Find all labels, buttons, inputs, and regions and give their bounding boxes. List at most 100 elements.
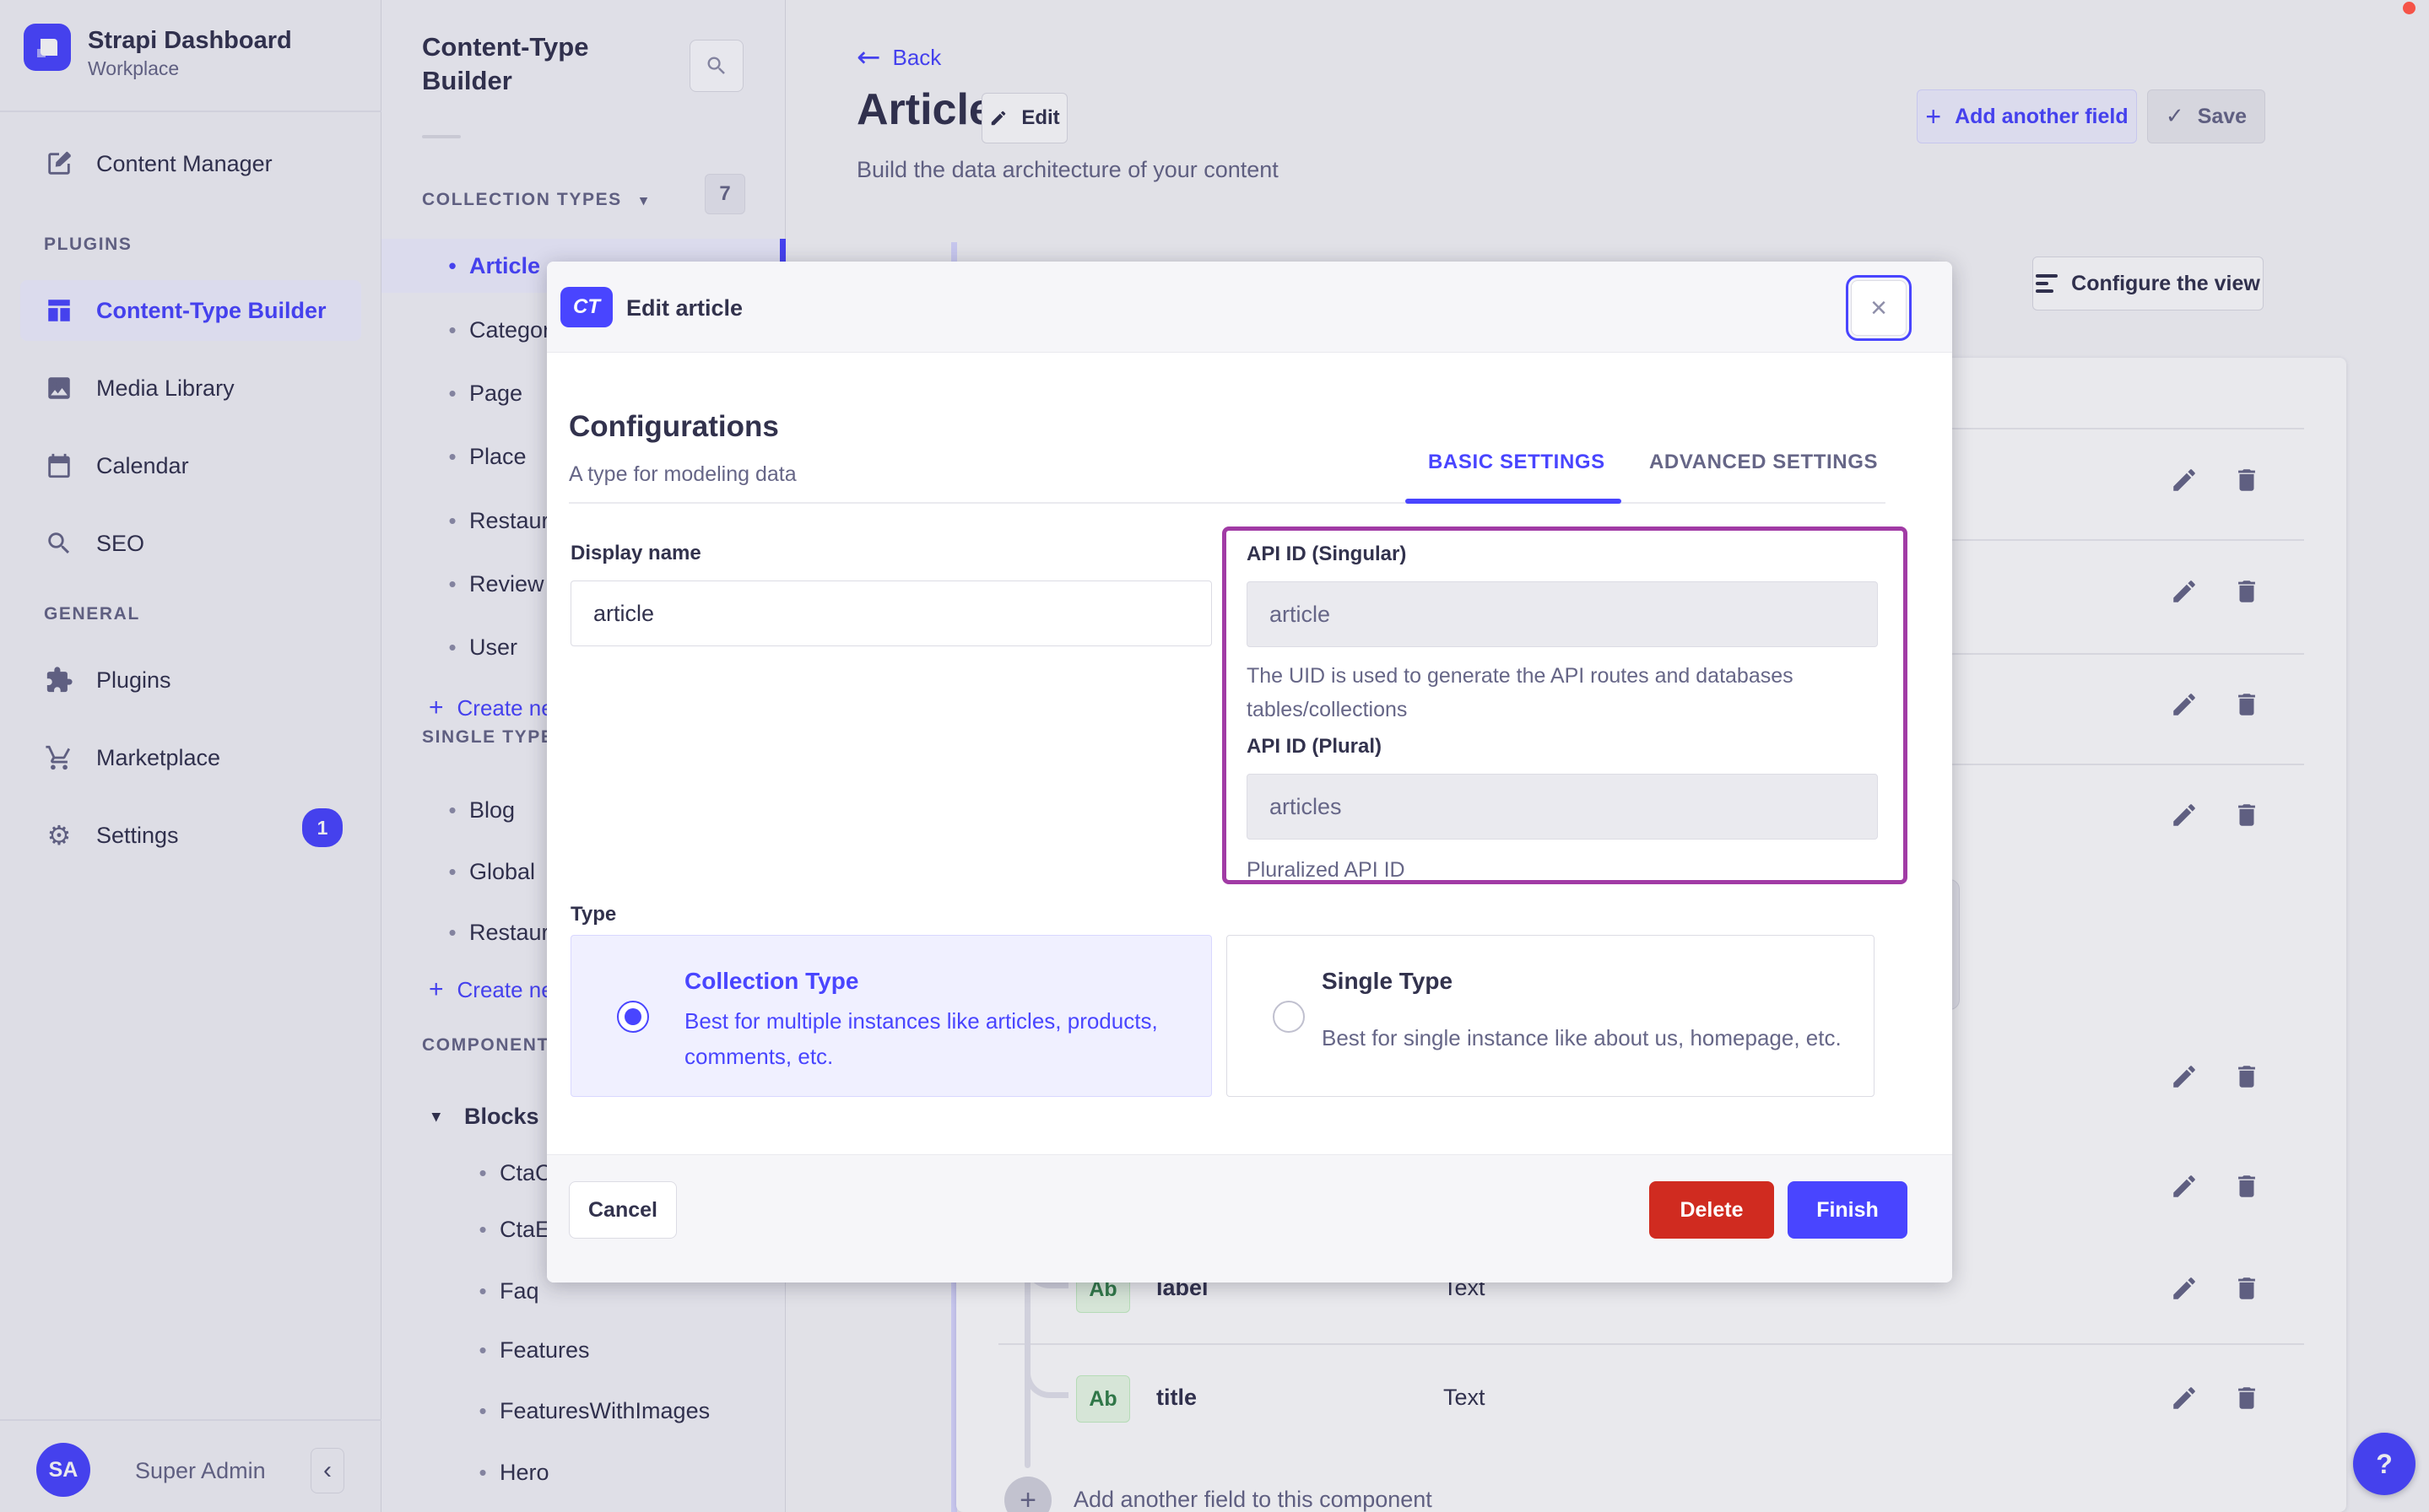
bullet-icon: • — [448, 507, 457, 533]
subnav-item-global[interactable]: • Global — [435, 845, 535, 899]
display-name-input[interactable] — [571, 580, 1212, 646]
sidebar-item-content-manager[interactable]: Content Manager — [20, 133, 361, 194]
component-item-label: Faq — [500, 1277, 539, 1304]
single-type-title: Single Type — [1322, 968, 1453, 994]
edit-label: Edit — [1021, 106, 1060, 129]
sidebar-item-label: Calendar — [96, 452, 189, 478]
modal-title: Edit article — [626, 295, 744, 321]
bullet-icon: • — [448, 443, 457, 469]
pencil-icon[interactable] — [2170, 1062, 2199, 1091]
chevron-down-icon: ▾ — [432, 1107, 441, 1126]
help-button[interactable]: ? — [2353, 1433, 2415, 1495]
sidebar-item-content-type-builder[interactable]: Content-Type Builder — [20, 280, 361, 341]
type-label: Type — [571, 903, 617, 926]
display-name-label: Display name — [571, 542, 701, 564]
pencil-icon[interactable] — [2170, 1274, 2199, 1303]
component-item-label: Hero — [500, 1459, 549, 1485]
tab-advanced-settings[interactable]: ADVANCED SETTINGS — [1649, 451, 1878, 474]
bullet-icon: • — [448, 858, 457, 884]
single-type-option[interactable]: Single Type Best for single instance lik… — [1226, 935, 1874, 1097]
trash-icon[interactable] — [2232, 1172, 2261, 1201]
subnav-item-label: User — [469, 634, 518, 660]
row-actions — [2170, 1172, 2261, 1201]
component-item-hero[interactable]: • Hero — [466, 1445, 549, 1499]
api-id-plural-hint: Pluralized API ID — [1247, 858, 1405, 882]
trash-icon[interactable] — [2232, 1062, 2261, 1091]
grid-icon — [44, 295, 74, 326]
pencil-icon[interactable] — [2170, 690, 2199, 719]
collection-type-title: Collection Type — [684, 968, 859, 994]
pencil-icon[interactable] — [2170, 1384, 2199, 1412]
trash-icon[interactable] — [2232, 466, 2261, 494]
trash-icon[interactable] — [2232, 690, 2261, 719]
add-field-circle-button[interactable]: + — [1004, 1477, 1052, 1512]
api-id-singular-hint: The UID is used to generate the API rout… — [1247, 664, 1793, 721]
field-type-badge: Ab — [1076, 1375, 1130, 1423]
api-id-plural-label: API ID (Plural) — [1247, 735, 1382, 758]
api-id-singular-label: API ID (Singular) — [1247, 543, 1407, 565]
subnav-item-blog[interactable]: • Blog — [435, 783, 515, 837]
sidebar-item-plugins[interactable]: Plugins — [20, 650, 361, 710]
sidebar-item-seo[interactable]: SEO — [20, 513, 361, 574]
divider — [0, 1419, 381, 1421]
collection-type-option[interactable]: Collection Type Best for multiple instan… — [571, 935, 1212, 1097]
trash-icon[interactable] — [2232, 1384, 2261, 1412]
tab-basic-settings[interactable]: BASIC SETTINGS — [1428, 451, 1605, 474]
add-field-to-component-link[interactable]: Add another field to this component — [1074, 1487, 1432, 1512]
trash-icon[interactable] — [2232, 801, 2261, 829]
bullet-icon: • — [479, 1336, 487, 1363]
subnav-item-user[interactable]: • User — [435, 620, 517, 674]
pencil-icon[interactable] — [2170, 1172, 2199, 1201]
sidebar-item-label: SEO — [96, 530, 145, 556]
component-item-faq[interactable]: • Faq — [466, 1264, 539, 1318]
configure-view-button[interactable]: Configure the view — [2032, 256, 2264, 310]
edit-button[interactable]: Edit — [982, 93, 1068, 143]
collection-type-radio[interactable] — [617, 1001, 649, 1033]
primary-sidebar: Strapi Dashboard Workplace Content Manag… — [0, 0, 381, 1512]
sidebar-item-calendar[interactable]: Calendar — [20, 435, 361, 496]
page-subtitle: Build the data architecture of your cont… — [857, 157, 1279, 182]
subnav-item-place[interactable]: • Place — [435, 429, 526, 483]
close-modal-button[interactable]: × — [1846, 275, 1912, 341]
divider — [0, 111, 381, 112]
pencil-icon[interactable] — [2170, 801, 2199, 829]
subnav-item-category[interactable]: • Category — [435, 303, 561, 357]
row-divider — [998, 1343, 2304, 1345]
trash-icon[interactable] — [2232, 1274, 2261, 1303]
subnav-item-review[interactable]: • Review — [435, 557, 544, 611]
back-link[interactable]: ← Back — [857, 40, 941, 74]
question-icon: ? — [2376, 1448, 2393, 1479]
collection-types-label: COLLECTION TYPES — [422, 190, 622, 209]
search-button[interactable] — [690, 40, 744, 92]
modal-subheading: A type for modeling data — [569, 462, 797, 486]
sidebar-item-media-library[interactable]: Media Library — [20, 358, 361, 418]
pencil-icon[interactable] — [2170, 466, 2199, 494]
check-icon: ✓ — [2165, 104, 2184, 129]
single-type-radio[interactable] — [1273, 1001, 1305, 1033]
sidebar-item-label: Media Library — [96, 375, 235, 401]
delete-button[interactable]: Delete — [1649, 1181, 1774, 1239]
avatar[interactable]: SA — [36, 1443, 90, 1497]
subnav-item-label: Review — [469, 570, 544, 597]
pencil-icon[interactable] — [2170, 577, 2199, 606]
component-item-featureswithimages[interactable]: • FeaturesWithImages — [466, 1384, 710, 1438]
collapse-sidebar-button[interactable]: ‹ — [311, 1448, 344, 1493]
content-type-badge: CT — [560, 287, 613, 327]
collection-types-header[interactable]: COLLECTION TYPES ▾ — [422, 190, 648, 210]
api-id-singular-input[interactable] — [1247, 581, 1878, 647]
subnav-item-page[interactable]: • Page — [435, 366, 522, 420]
sidebar-item-marketplace[interactable]: Marketplace — [20, 727, 361, 788]
trash-icon[interactable] — [2232, 577, 2261, 606]
component-group-blocks[interactable]: ▾ Blocks — [432, 1089, 539, 1143]
plus-icon: + — [429, 694, 444, 721]
active-tab-indicator — [1405, 499, 1621, 504]
add-another-field-button[interactable]: + Add another field — [1917, 89, 2137, 143]
api-id-plural-input[interactable] — [1247, 774, 1878, 840]
arrow-left-icon: ← — [857, 40, 881, 74]
cancel-button[interactable]: Cancel — [569, 1181, 677, 1239]
component-item-features[interactable]: • Features — [466, 1323, 589, 1377]
add-field-label: Add another field — [1955, 104, 2129, 128]
save-button[interactable]: ✓ Save — [2147, 89, 2265, 143]
brand-subtitle: Workplace — [88, 57, 180, 79]
finish-button[interactable]: Finish — [1788, 1181, 1907, 1239]
